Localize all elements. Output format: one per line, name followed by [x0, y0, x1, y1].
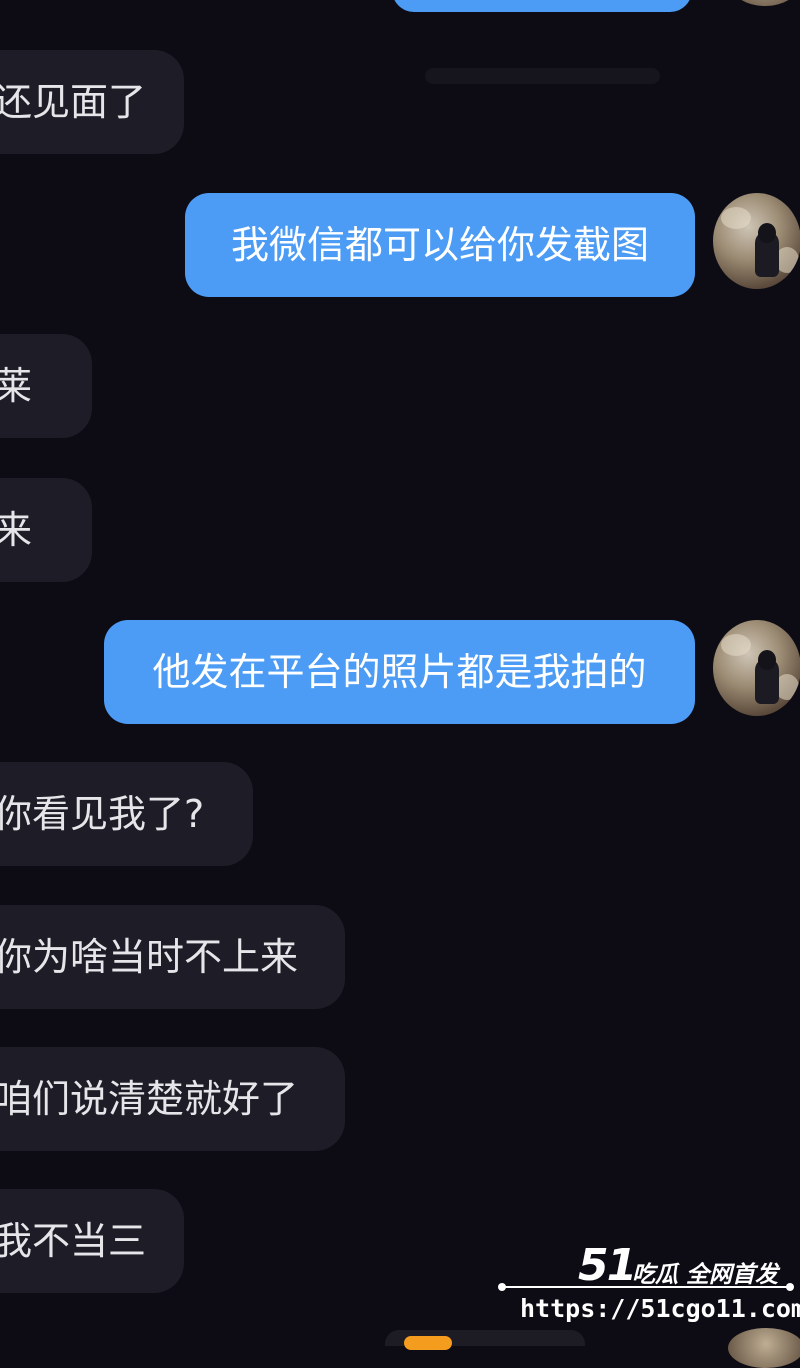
watermark: 51 吃瓜 全网首发 https://51cgo11.com [498, 1236, 800, 1345]
watermark-divider [498, 1283, 794, 1291]
avatar[interactable] [713, 193, 800, 289]
message-text: 还见面了 [0, 80, 147, 124]
incoming-message[interactable]: 还见面了 [0, 50, 184, 154]
message-text: 他发在平台的照片都是我拍的 [152, 650, 647, 694]
message-text: 我不当三 [0, 1219, 147, 1263]
incoming-message[interactable]: 莱 [0, 334, 92, 438]
incoming-message[interactable]: 你为啥当时不上来 [0, 905, 345, 1009]
incoming-message[interactable]: 来 [0, 478, 92, 582]
message-text: 我微信都可以给你发截图 [230, 223, 649, 267]
incoming-message[interactable]: 我不当三 [0, 1189, 184, 1293]
chat-thread[interactable]: 还见面了 我微信都可以给你发截图 莱 来 他发在平台的照片都是我拍的 你看见我了… [0, 0, 800, 1368]
incoming-message[interactable]: 你看见我了? [0, 762, 253, 866]
watermark-brand: 51 [578, 1240, 637, 1291]
blurred-timestamp [425, 68, 660, 84]
outgoing-message[interactable]: 我微信都可以给你发截图 [185, 193, 695, 297]
message-text: 咱们说清楚就好了 [0, 1077, 299, 1121]
incoming-message[interactable]: 咱们说清楚就好了 [0, 1047, 345, 1151]
message-text: 你看见我了? [0, 792, 205, 836]
watermark-url: https://51cgo11.com [520, 1294, 800, 1323]
previous-outgoing-bubble[interactable] [392, 0, 692, 12]
status-badge [404, 1336, 452, 1350]
watermark-slogan: 吃瓜 全网首发 [632, 1262, 779, 1288]
avatar[interactable] [713, 620, 800, 716]
message-text: 来 [0, 508, 33, 552]
message-text: 你为啥当时不上来 [0, 935, 299, 979]
outgoing-message[interactable]: 他发在平台的照片都是我拍的 [104, 620, 695, 724]
avatar[interactable] [730, 0, 800, 6]
message-text: 莱 [0, 364, 33, 408]
